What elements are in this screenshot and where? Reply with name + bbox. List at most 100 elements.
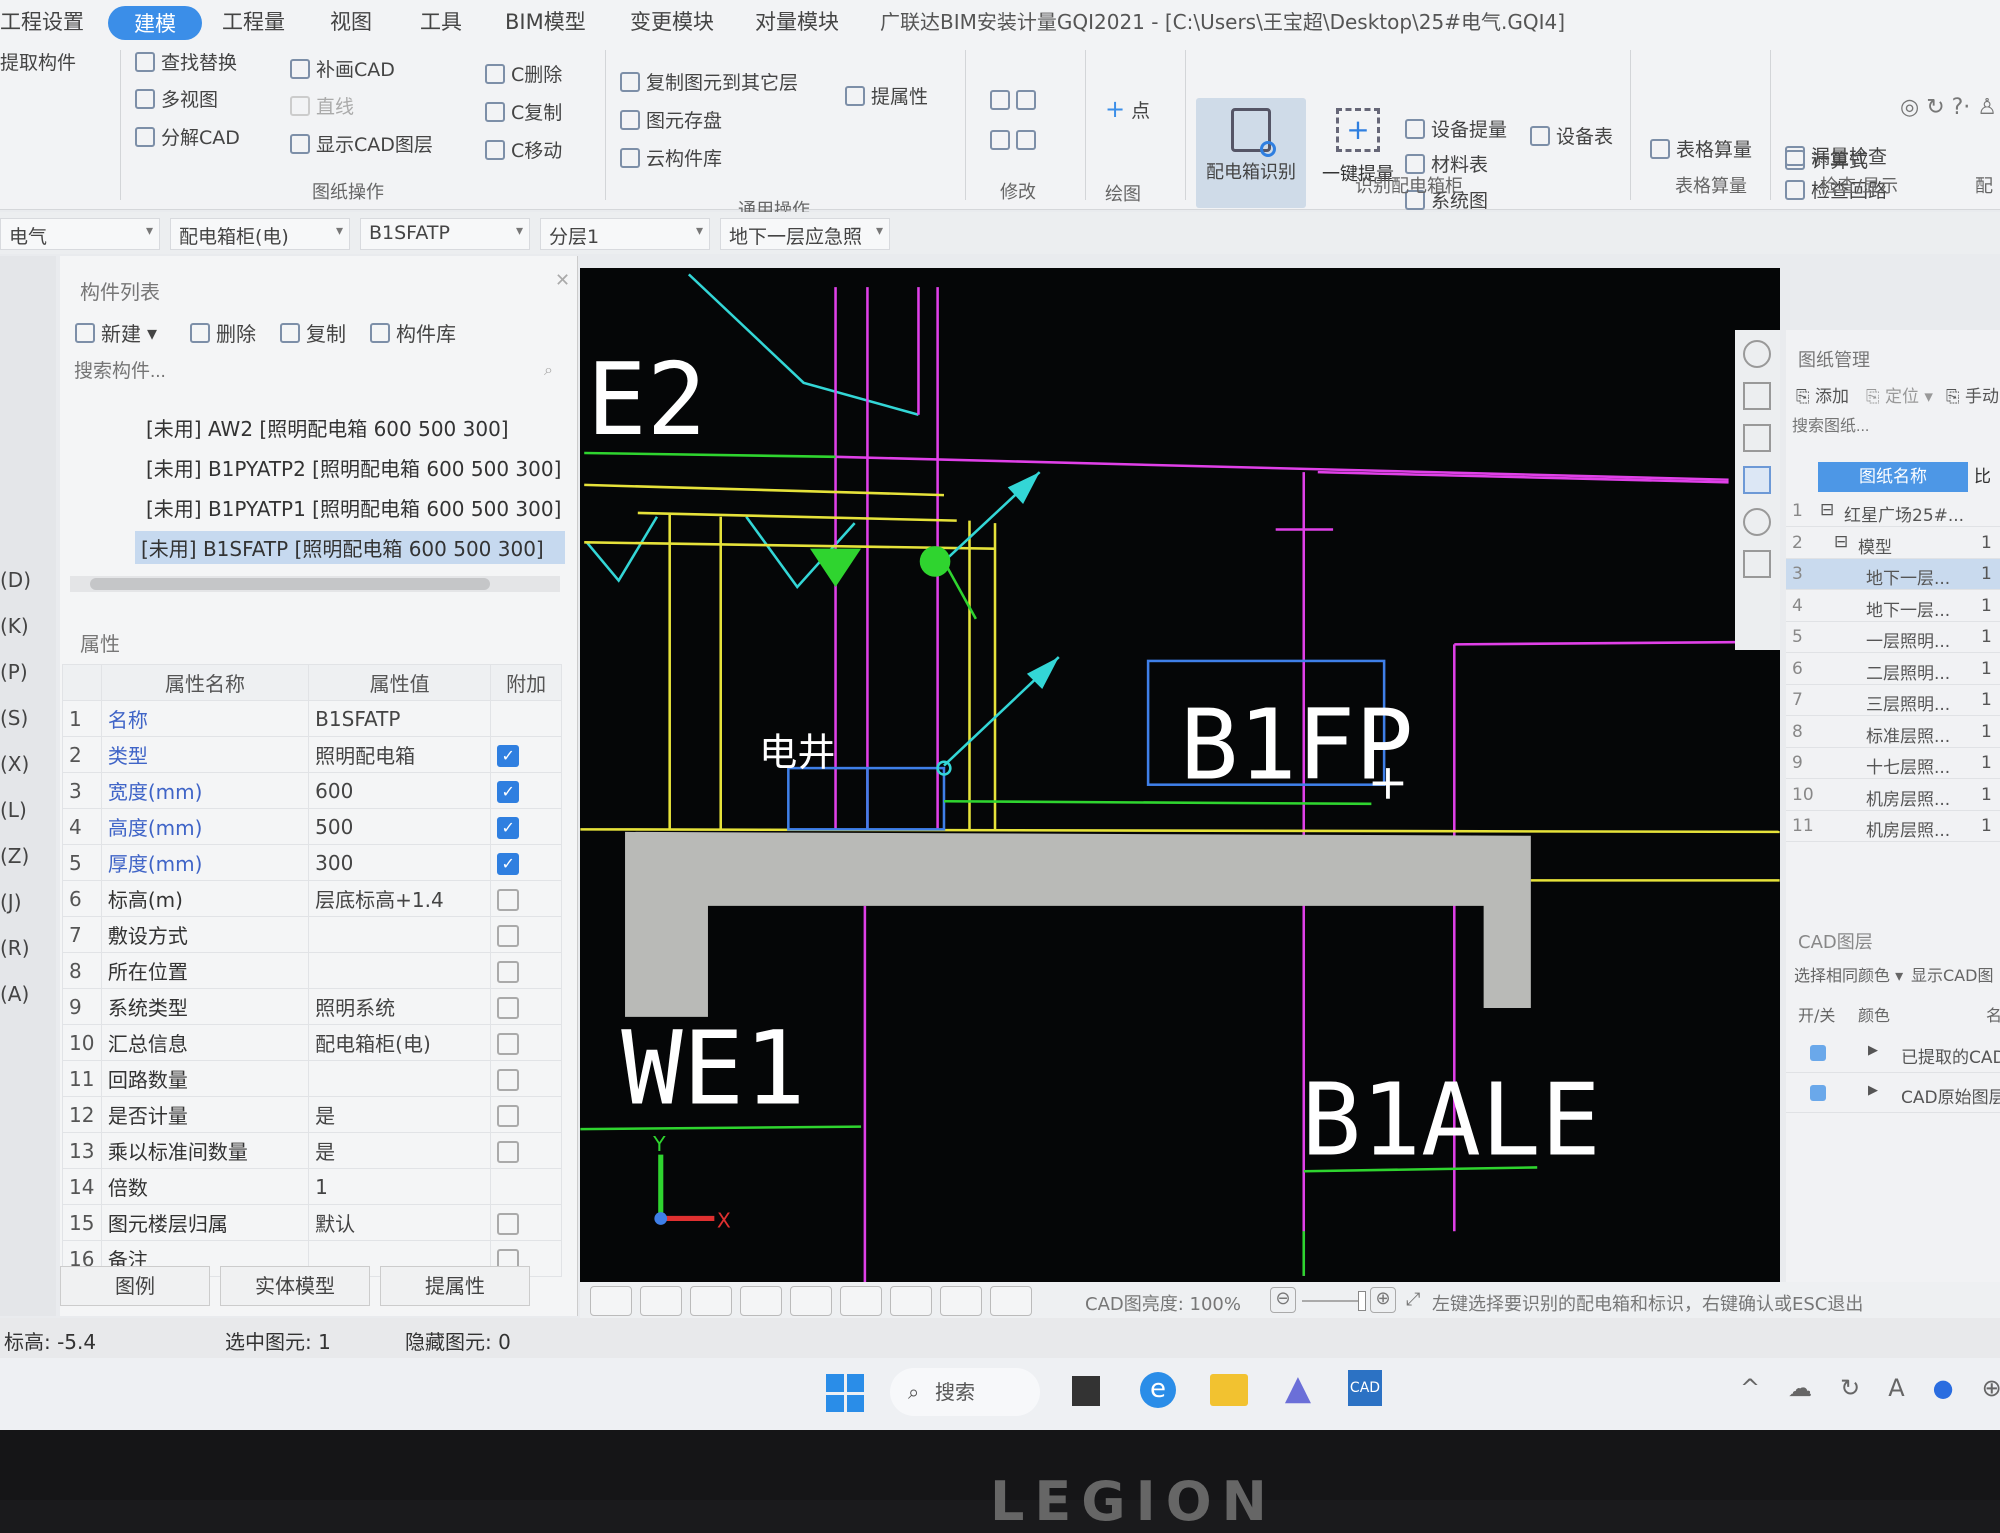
windows-start-icon[interactable]	[826, 1374, 864, 1412]
property-row[interactable]: 4 高度(mm) 500 ✓	[62, 808, 562, 845]
equipment-table-button[interactable]: 设备表	[1530, 122, 1613, 149]
property-value[interactable]: 是	[308, 1132, 492, 1169]
shortcut-key[interactable]: (L)	[0, 798, 27, 822]
c-delete-button[interactable]: C删除	[485, 60, 562, 87]
drawing-search-input[interactable]	[1792, 414, 1992, 440]
property-row[interactable]: 11 回路数量	[62, 1060, 562, 1097]
collapse-icon[interactable]: ⊟	[1820, 500, 1834, 520]
tab-reconcile-module[interactable]: 对量模块	[755, 6, 839, 36]
shortcut-key[interactable]: (K)	[0, 614, 29, 638]
rotate-icon[interactable]	[1743, 508, 1771, 536]
gqi-app-icon[interactable]: ▲	[1278, 1368, 1318, 1408]
expand-icon[interactable]: ⤢	[1406, 1289, 1420, 1310]
shortcut-key[interactable]: (X)	[0, 752, 29, 776]
group-modify-label[interactable]: 修改	[1000, 178, 1036, 204]
extract-attribute-button[interactable]: 提属性	[380, 1266, 530, 1306]
property-row[interactable]: 6 标高(m) 层底标高+1.4	[62, 880, 562, 917]
add-drawing-button[interactable]: ⎘ 添加	[1796, 382, 1849, 407]
col-scale[interactable]: 比	[1974, 462, 1991, 492]
collapse-icon[interactable]: ⊟	[1834, 532, 1848, 552]
explode-cad-button[interactable]: 分解CAD	[135, 123, 240, 150]
cad-drawing[interactable]: E2 B1FP WE1 B1ALE 电井 Y X	[580, 268, 1780, 1295]
shortcut-key[interactable]: (S)	[0, 706, 28, 730]
shortcut-key[interactable]: (A)	[0, 982, 29, 1006]
shortcut-key[interactable]: (P)	[0, 660, 28, 684]
chevron-up-icon[interactable]: ^	[1740, 1374, 1760, 1402]
close-icon[interactable]: ✕	[555, 270, 570, 291]
shortcut-key[interactable]: (D)	[0, 568, 31, 592]
legend-button[interactable]: 图例	[60, 1266, 210, 1306]
file-explorer-icon[interactable]	[1210, 1374, 1248, 1406]
extra-checkbox[interactable]	[497, 1104, 520, 1127]
select-box-icon[interactable]	[690, 1286, 732, 1316]
col-drawing-name[interactable]: 图纸名称	[1818, 462, 1968, 492]
extra-checkbox[interactable]	[497, 1068, 520, 1091]
property-value[interactable]: 层底标高+1.4	[308, 880, 492, 917]
extra-checkbox[interactable]	[497, 1032, 520, 1055]
copy-to-other-layer-button[interactable]: 复制图元到其它层	[620, 68, 798, 95]
layer-toggle-checkbox[interactable]	[1810, 1045, 1826, 1061]
shortcut-key[interactable]: (R)	[0, 936, 30, 960]
delete-button[interactable]: 删除	[190, 318, 256, 347]
c-copy-button[interactable]: C复制	[485, 98, 562, 125]
network-icon[interactable]: ⊕	[1982, 1374, 2000, 1402]
arc-icon[interactable]	[990, 1286, 1032, 1316]
drawing-row[interactable]: 8 标准层照... 1	[1786, 717, 2000, 748]
manual-button[interactable]: ⎘ 手动	[1946, 382, 1999, 407]
extra-checkbox[interactable]	[497, 960, 520, 983]
property-value[interactable]	[308, 952, 492, 989]
property-value[interactable]: 是	[308, 1096, 492, 1133]
component-list-item[interactable]: [未用] B1SFATP [照明配电箱 600 500 300]	[135, 531, 565, 564]
extra-checkbox[interactable]: ✓	[497, 816, 520, 839]
brightness-increase-button[interactable]: ⊕	[1370, 1287, 1396, 1313]
property-row[interactable]: 3 宽度(mm) 600 ✓	[62, 772, 562, 809]
cross-icon[interactable]	[790, 1286, 832, 1316]
table-calc-button[interactable]: 表格算量	[1650, 135, 1752, 162]
property-value[interactable]: 1	[308, 1168, 492, 1205]
tab-change-module[interactable]: 变更模块	[630, 6, 714, 36]
property-row[interactable]: 7 敷设方式	[62, 916, 562, 953]
property-value[interactable]: 照明配电箱	[308, 736, 492, 773]
drawing-row[interactable]: 7 三层照明... 1	[1786, 685, 2000, 716]
tab-modeling[interactable]: 建模	[108, 6, 202, 40]
c-move-button[interactable]: C移动	[485, 136, 562, 163]
drawing-row[interactable]: 6 二层照明... 1	[1786, 654, 2000, 685]
specialty-select[interactable]: 电气	[0, 218, 160, 250]
cad-layer-row[interactable]: ▶ 已提取的CAD	[1786, 1035, 2000, 1073]
component-select[interactable]: B1SFATP	[360, 218, 530, 250]
draw-point-button[interactable]: + 点	[1105, 95, 1150, 123]
group-draw[interactable]: 绘图	[1105, 180, 1141, 206]
property-value[interactable]: 配电箱柜(电)	[308, 1024, 492, 1061]
property-row[interactable]: 8 所在位置	[62, 952, 562, 989]
help-icons[interactable]: ◎ ↻ ?· ♙	[1900, 95, 1997, 120]
drawing-row[interactable]: 10 机房层照... 1	[1786, 780, 2000, 811]
group-drawing-ops[interactable]: 图纸操作	[312, 178, 384, 204]
redraw-cad-button[interactable]: 补画CAD	[290, 55, 395, 82]
solid-model-button[interactable]: 实体模型	[220, 1266, 370, 1306]
property-row[interactable]: 2 类型 照明配电箱 ✓	[62, 736, 562, 773]
property-row[interactable]: 12 是否计量是	[62, 1096, 562, 1133]
extra-checkbox[interactable]: ✓	[497, 780, 520, 803]
property-value[interactable]: 600	[308, 772, 492, 809]
property-value[interactable]: 500	[308, 808, 492, 845]
property-row[interactable]: 10 汇总信息 配电箱柜(电)	[62, 1024, 562, 1061]
group-table-calc[interactable]: 表格算量	[1675, 172, 1747, 198]
sync-icon[interactable]: ↻	[1840, 1374, 1860, 1402]
slider-handle[interactable]	[1358, 1291, 1366, 1311]
property-row[interactable]: 13 乘以标准间数量是	[62, 1132, 562, 1169]
horizontal-scrollbar[interactable]	[70, 576, 560, 592]
multi-view-button[interactable]: 多视图	[135, 85, 218, 112]
report-icon[interactable]	[1743, 550, 1771, 578]
tab-view[interactable]: 视图	[330, 6, 372, 36]
select-same-color-button[interactable]: 选择相同颜色 ▾	[1794, 962, 1903, 986]
property-row[interactable]: 9 系统类型 照明系统	[62, 988, 562, 1025]
drawing-row[interactable]: 9 十七层照... 1	[1786, 748, 2000, 779]
shortcut-key[interactable]: (J)	[0, 890, 22, 914]
layer-select[interactable]: 分层1	[540, 218, 710, 250]
modify-tools[interactable]	[990, 90, 1036, 110]
component-list-item[interactable]: [未用] B1PYATP1 [照明配电箱 600 500 300]	[140, 491, 570, 524]
cad-layer-row[interactable]: ▶ CAD原始图层	[1786, 1075, 2000, 1113]
extra-checkbox[interactable]	[497, 996, 520, 1019]
drawing-row[interactable]: 11 机房层照... 1	[1786, 811, 2000, 842]
system-tray[interactable]: ^ ☁ ↻ A ● ⊕	[1740, 1374, 2000, 1402]
